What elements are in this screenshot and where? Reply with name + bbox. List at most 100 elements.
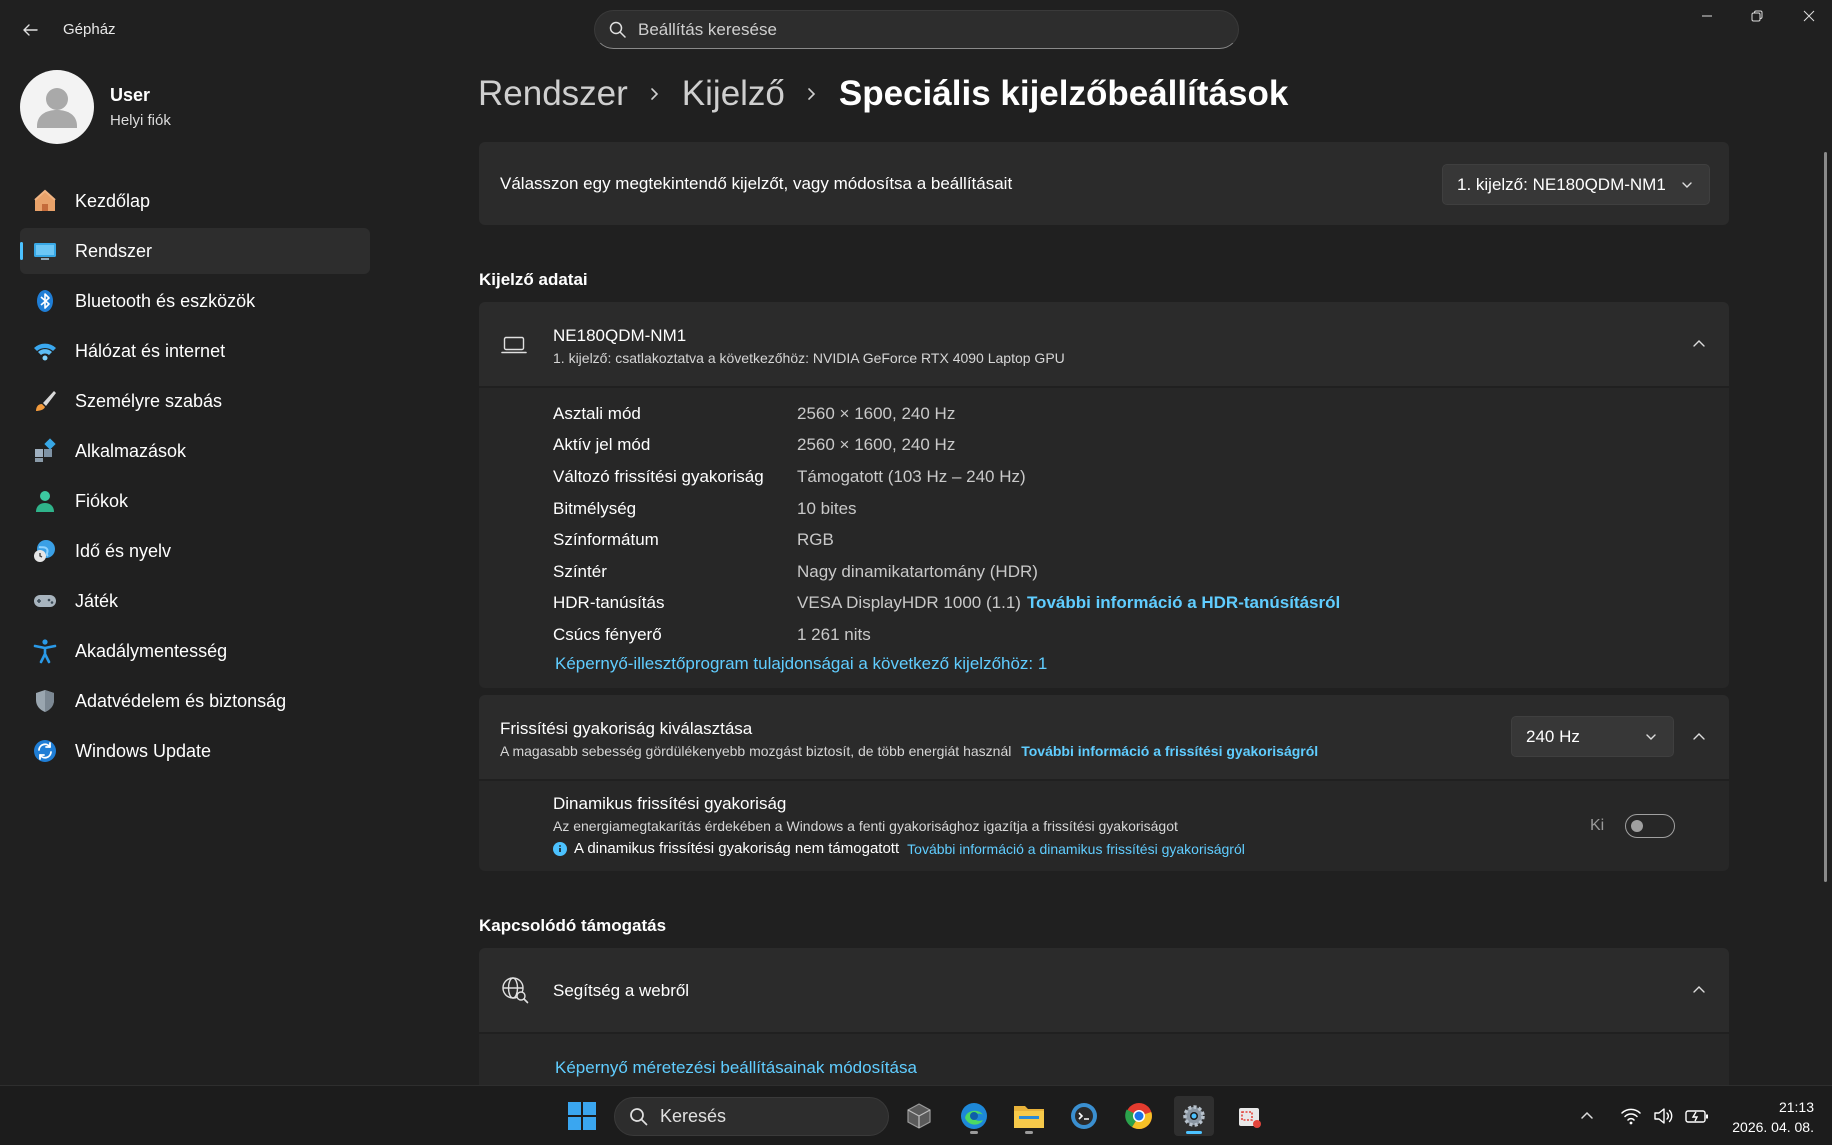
refresh-rate-dropdown[interactable]: 240 Hz — [1511, 716, 1674, 757]
scrollbar[interactable] — [1824, 152, 1827, 882]
refresh-rate-value: 240 Hz — [1526, 726, 1580, 746]
laptop-icon — [501, 336, 527, 354]
taskbar-search-label: Keresés — [660, 1106, 727, 1126]
taskbar: Keresés 21:13 2026. 04. 08. — [0, 1085, 1832, 1145]
web-help-header[interactable]: Segítség a webről — [479, 948, 1729, 1032]
property-row: Csúcs fényerő 1 261 nits — [553, 619, 1340, 651]
profile-account-type: Helyi fiók — [110, 112, 171, 129]
section-title-related-support: Kapcsolódó támogatás — [479, 916, 667, 935]
property-label: Csúcs fényerő — [553, 624, 662, 644]
property-value: 2560 × 1600, 240 Hz — [797, 435, 956, 455]
back-button[interactable] — [14, 14, 46, 46]
terminal-app-icon — [1071, 1103, 1097, 1129]
display-connection-info: 1. kijelző: csatlakoztatva a következőhö… — [553, 350, 1065, 366]
sidebar-item-windows-update[interactable]: Windows Update — [20, 728, 370, 774]
taskbar-app-chrome[interactable] — [1119, 1096, 1159, 1136]
close-button[interactable] — [1786, 0, 1832, 32]
property-label: Aktív jel mód — [553, 435, 651, 455]
person-icon — [32, 488, 58, 514]
show-hidden-icons-button[interactable] — [1569, 1096, 1605, 1136]
start-button[interactable] — [562, 1096, 602, 1136]
property-value: RGB — [797, 530, 834, 550]
property-value: Támogatott (103 Hz – 240 Hz) — [797, 466, 1026, 486]
property-value: VESA DisplayHDR 1000 (1.1) — [797, 593, 1021, 613]
taskbar-app-edge[interactable] — [954, 1096, 994, 1136]
sidebar-item-privacy-security[interactable]: Adatvédelem és biztonság — [20, 678, 370, 724]
sidebar-item-accounts[interactable]: Fiókok — [20, 478, 370, 524]
shield-icon — [32, 688, 58, 714]
system-clock[interactable]: 21:13 2026. 04. 08. — [1732, 1097, 1814, 1137]
display-select-dropdown[interactable]: 1. kijelző: NE180QDM-NM1 — [1442, 164, 1710, 205]
user-avatar-icon — [37, 88, 77, 128]
taskbar-search[interactable]: Keresés — [614, 1097, 889, 1136]
sidebar-item-time-language[interactable]: Idő és nyelv — [20, 528, 370, 574]
sidebar-item-network[interactable]: Hálózat és internet — [20, 328, 370, 374]
folder-icon — [1014, 1106, 1044, 1128]
avatar — [20, 70, 94, 144]
taskbar-app-settings[interactable] — [1174, 1096, 1214, 1136]
back-arrow-icon — [23, 24, 38, 36]
collapse-button[interactable] — [1683, 328, 1715, 360]
refresh-rate-info-link[interactable]: További információ a frissítési gyakoris… — [1021, 743, 1318, 759]
property-label: Változó frissítési gyakoriság — [553, 466, 764, 486]
user-profile[interactable]: User Helyi fiók — [20, 70, 171, 144]
chrome-browser-icon — [1125, 1103, 1152, 1130]
taskbar-app-widgets[interactable] — [899, 1096, 939, 1136]
collapse-button[interactable] — [1683, 974, 1715, 1006]
property-value: 10 bites — [797, 498, 857, 518]
adapter-properties-link[interactable]: Képernyő-illesztőprogram tulajdonságai a… — [555, 654, 1047, 674]
sidebar-item-gaming[interactable]: Játék — [20, 578, 370, 624]
search-icon — [630, 1108, 648, 1126]
quick-settings-button[interactable] — [1610, 1096, 1720, 1136]
sidebar-item-bluetooth[interactable]: Bluetooth és eszközök — [20, 278, 370, 324]
settings-search-input[interactable] — [638, 19, 1198, 40]
dynamic-refresh-title: Dinamikus frissítési gyakoriság — [553, 794, 787, 813]
hdr-certification-link[interactable]: További információ a HDR-tanúsításról — [1027, 593, 1340, 613]
close-icon — [1803, 10, 1815, 22]
taskbar-app-file-explorer[interactable] — [1009, 1096, 1049, 1136]
sidebar-item-label: Idő és nyelv — [75, 540, 172, 561]
update-icon — [32, 738, 58, 764]
monitor-icon — [32, 238, 58, 264]
sidebar-item-home[interactable]: Kezdőlap — [20, 178, 370, 224]
sidebar-item-personalization[interactable]: Személyre szabás — [20, 378, 370, 424]
sidebar-item-label: Windows Update — [75, 740, 212, 761]
sidebar-item-apps[interactable]: Alkalmazások — [20, 428, 370, 474]
property-row: Változó frissítési gyakoriság Támogatott… — [553, 461, 1340, 493]
breadcrumb-display[interactable]: Kijelző — [682, 74, 785, 114]
display-info-header[interactable]: NE180QDM-NM1 1. kijelző: csatlakoztatva … — [479, 302, 1729, 386]
web-help-panel: Képernyő méretezési beállításainak módos… — [479, 1034, 1729, 1085]
wifi-icon — [32, 338, 58, 364]
web-help-title: Segítség a webről — [553, 981, 690, 1000]
settings-search-box[interactable] — [594, 10, 1239, 49]
taskbar-app-terminal[interactable] — [1064, 1096, 1104, 1136]
breadcrumb-system[interactable]: Rendszer — [478, 74, 628, 114]
sidebar-item-label: Kezdőlap — [75, 190, 151, 211]
chevron-right-icon — [648, 87, 662, 101]
sidebar-item-system[interactable]: Rendszer — [20, 228, 370, 274]
dynamic-refresh-note-row: A dinamikus frissítési gyakoriság nem tá… — [553, 840, 1245, 857]
restore-button[interactable] — [1734, 0, 1780, 32]
sidebar-item-accessibility[interactable]: Akadálymentesség — [20, 628, 370, 674]
active-indicator — [1186, 1131, 1202, 1134]
scaling-settings-link[interactable]: Képernyő méretezési beállításainak módos… — [555, 1058, 917, 1078]
collapse-button[interactable] — [1683, 721, 1715, 753]
chevron-right-icon — [805, 87, 819, 101]
battery-charging-icon — [1685, 1110, 1708, 1123]
taskbar-app-snipping-tool[interactable] — [1229, 1096, 1269, 1136]
property-row: Színtér Nagy dinamikatartomány (HDR) — [553, 556, 1340, 588]
minimize-button[interactable] — [1684, 0, 1730, 32]
home-icon — [32, 188, 58, 214]
refresh-rate-description: A magasabb sebesség gördülékenyebb mozgá… — [500, 743, 1012, 759]
refresh-rate-card: Frissítési gyakoriság kiválasztása A mag… — [479, 695, 1729, 779]
refresh-rate-title: Frissítési gyakoriság kiválasztása — [500, 719, 753, 738]
wifi-icon — [1621, 1108, 1641, 1125]
dynamic-refresh-info-link[interactable]: További információ a dinamikus frissítés… — [907, 841, 1245, 857]
app-title: Gépház — [63, 21, 116, 38]
property-label: Színtér — [553, 561, 607, 581]
cube-app-icon — [907, 1103, 931, 1129]
property-row: HDR-tanúsítás VESA DisplayHDR 1000 (1.1)… — [553, 588, 1340, 620]
chevron-up-icon — [1693, 340, 1705, 347]
gear-icon — [1183, 1105, 1205, 1127]
dynamic-refresh-toggle[interactable] — [1625, 814, 1675, 838]
